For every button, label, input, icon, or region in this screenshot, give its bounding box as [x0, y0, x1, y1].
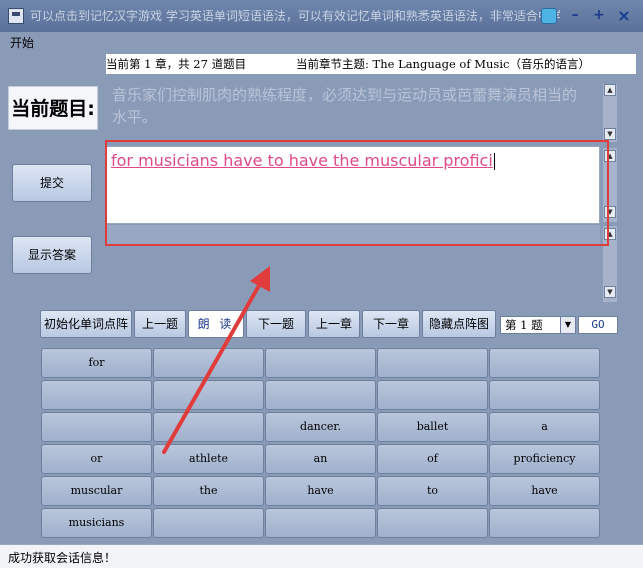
question-scrollbar[interactable]: ▲ ▼: [603, 84, 617, 142]
word-cell[interactable]: to: [377, 476, 488, 506]
submit-button[interactable]: 提交: [12, 164, 92, 202]
next-chapter-button[interactable]: 下一章: [362, 310, 420, 338]
title-bar: 可以点击到记忆汉字游戏 学习英语单词短语语法，可以有效记忆单词和熟悉英语语法，非…: [0, 0, 643, 32]
word-cell[interactable]: [153, 380, 264, 410]
word-cell[interactable]: [377, 380, 488, 410]
word-cell[interactable]: ballet: [377, 412, 488, 442]
prev-chapter-button[interactable]: 上一章: [308, 310, 360, 338]
scroll-down-icon[interactable]: ▼: [604, 286, 616, 298]
word-cell[interactable]: proficiency: [489, 444, 600, 474]
maximize-icon[interactable]: +: [590, 8, 608, 24]
word-cell[interactable]: or: [41, 444, 152, 474]
word-cell[interactable]: [265, 508, 376, 538]
word-cell[interactable]: muscular: [41, 476, 152, 506]
word-cell[interactable]: have: [265, 476, 376, 506]
app-window-icon: [8, 8, 24, 24]
word-cell[interactable]: [377, 508, 488, 538]
word-cell[interactable]: have: [489, 476, 600, 506]
init-grid-button[interactable]: 初始化单词点阵: [40, 310, 132, 338]
close-icon[interactable]: ×: [614, 8, 634, 24]
word-cell[interactable]: [489, 380, 600, 410]
chapter-info: 当前第 1 章，共 27 道题目: [106, 57, 247, 71]
minimize-icon[interactable]: –: [566, 8, 584, 24]
word-cell[interactable]: [41, 412, 152, 442]
chapter-bar: 当前第 1 章，共 27 道题目 当前章节主题: The Language of…: [106, 54, 636, 74]
word-cell[interactable]: for: [41, 348, 152, 378]
word-cell[interactable]: musicians: [41, 508, 152, 538]
word-cell[interactable]: [265, 348, 376, 378]
word-cell[interactable]: [265, 380, 376, 410]
scroll-down-icon[interactable]: ▼: [604, 128, 616, 140]
go-button[interactable]: GO: [578, 316, 618, 334]
word-cell[interactable]: [153, 412, 264, 442]
word-cell[interactable]: [153, 508, 264, 538]
word-cell[interactable]: the: [153, 476, 264, 506]
word-cell[interactable]: [489, 508, 600, 538]
hide-grid-button[interactable]: 隐藏点阵图: [422, 310, 496, 338]
menu-start[interactable]: 开始: [10, 34, 34, 51]
chevron-down-icon[interactable]: ▼: [560, 317, 575, 333]
status-bar: 成功获取会话信息！: [0, 544, 643, 568]
word-cell[interactable]: dancer.: [265, 412, 376, 442]
word-cell[interactable]: [41, 380, 152, 410]
next-question-button[interactable]: 下一题: [246, 310, 306, 338]
word-cell[interactable]: a: [489, 412, 600, 442]
show-answer-button[interactable]: 显示答案: [12, 236, 92, 274]
question-text: 音乐家们控制肌肉的熟练程度，必须达到与运动员或芭蕾舞演员相当的水平。: [106, 82, 592, 140]
word-cell[interactable]: an: [265, 444, 376, 474]
chapter-topic: 当前章节主题: The Language of Music（音乐的语言）: [296, 57, 590, 71]
settings-icon[interactable]: [541, 8, 557, 24]
word-cell[interactable]: [489, 348, 600, 378]
prev-question-button[interactable]: 上一题: [134, 310, 186, 338]
highlight-box: [105, 140, 609, 246]
read-aloud-button[interactable]: 朗 读: [188, 310, 244, 338]
status-text: 成功获取会话信息！: [8, 551, 117, 565]
word-cell[interactable]: [153, 348, 264, 378]
current-question-label: 当前题目:: [8, 86, 98, 130]
window-title: 可以点击到记忆汉字游戏 学习英语单词短语语法，可以有效记忆单词和熟悉英语语法，非…: [30, 9, 560, 23]
menu-bar: 开始: [0, 32, 643, 52]
word-cell[interactable]: [377, 348, 488, 378]
word-cell[interactable]: of: [377, 444, 488, 474]
scroll-up-icon[interactable]: ▲: [604, 84, 616, 96]
word-cell[interactable]: athlete: [153, 444, 264, 474]
